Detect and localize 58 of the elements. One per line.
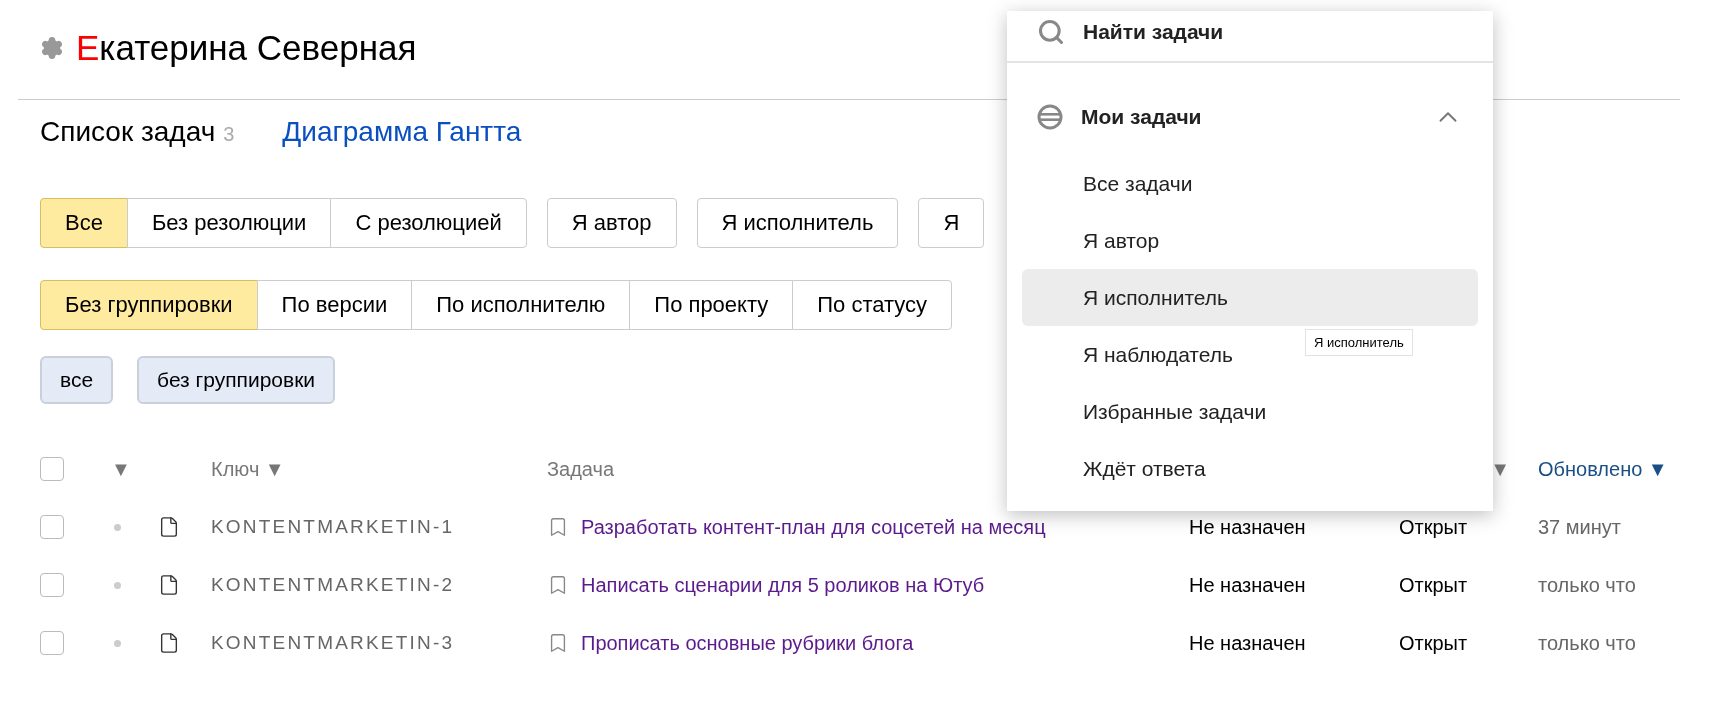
- menu-item[interactable]: Я наблюдатель: [1083, 342, 1233, 367]
- issue-key: KONTENTMARKETIN-1: [211, 516, 455, 538]
- grouping-button[interactable]: По статусу: [792, 280, 953, 330]
- sort-toggle[interactable]: ▼: [111, 457, 131, 481]
- filter-button[interactable]: Без резолюции: [126, 198, 332, 248]
- status-cell: Открыт: [1399, 631, 1468, 655]
- task-link[interactable]: Разработать контент-план для соцсетей на месяц: [581, 515, 1046, 539]
- filter-chip[interactable]: все: [40, 356, 114, 404]
- filter-button[interactable]: С резолюцией: [330, 198, 527, 248]
- updated-cell: только что: [1538, 573, 1636, 597]
- row-checkbox[interactable]: [40, 573, 64, 597]
- section-title[interactable]: Мои задачи: [1081, 105, 1202, 129]
- column-header[interactable]: Задача: [547, 457, 615, 481]
- grouping-button[interactable]: По исполнителю: [411, 280, 631, 330]
- search-icon: [1037, 18, 1065, 46]
- assignee-cell: Не назначен: [1189, 515, 1306, 539]
- row-checkbox[interactable]: [40, 515, 64, 539]
- issue-key: KONTENTMARKETIN-2: [211, 574, 455, 596]
- list-icon: [1037, 104, 1063, 130]
- menu-item[interactable]: Ждёт ответа: [1083, 456, 1206, 481]
- select-all-checkbox[interactable]: [40, 457, 64, 481]
- document-icon: [158, 632, 180, 654]
- tab[interactable]: Список задач 3: [40, 116, 235, 148]
- menu-item[interactable]: Избранные задачи: [1083, 399, 1267, 424]
- row-checkbox[interactable]: [40, 631, 64, 655]
- assignee-cell: Не назначен: [1189, 573, 1306, 597]
- column-header[interactable]: Обновлено ▼: [1538, 457, 1668, 481]
- document-icon: [158, 574, 180, 596]
- column-header[interactable]: Ключ ▼: [211, 457, 285, 481]
- grouping-button[interactable]: Без группировки: [40, 280, 258, 330]
- tooltip: Я исполнитель: [1305, 329, 1413, 356]
- search-link[interactable]: Найти задачи: [1083, 20, 1224, 44]
- menu-item[interactable]: Я исполнитель: [1083, 285, 1228, 310]
- document-icon: [158, 516, 180, 538]
- task-link[interactable]: Прописать основные рубрики блога: [581, 631, 914, 655]
- user-name: Екатерина Северная: [76, 27, 417, 68]
- task-link[interactable]: Написать сценарии для 5 роликов на Ютуб: [581, 573, 985, 597]
- settings-icon[interactable]: [40, 35, 64, 60]
- tab[interactable]: Диаграмма Гантта: [282, 116, 522, 148]
- grouping-button[interactable]: По проекту: [629, 280, 794, 330]
- filter-button[interactable]: Я автор: [546, 198, 677, 248]
- updated-cell: 37 минут: [1538, 515, 1621, 539]
- sort-arrow[interactable]: ▼: [1490, 457, 1510, 481]
- issue-key: KONTENTMARKETIN-3: [211, 632, 455, 654]
- status-cell: Открыт: [1399, 573, 1468, 597]
- bullet-icon: [114, 581, 121, 589]
- filter-button[interactable]: Я: [918, 198, 985, 248]
- menu-item[interactable]: Все задачи: [1083, 171, 1193, 196]
- bullet-icon: [114, 523, 121, 531]
- status-cell: Открыт: [1399, 515, 1468, 539]
- updated-cell: только что: [1538, 631, 1636, 655]
- bullet-icon: [114, 639, 121, 647]
- filter-button[interactable]: Я исполнитель: [696, 198, 899, 248]
- filter-button[interactable]: Все: [40, 198, 128, 248]
- grouping-button[interactable]: По версии: [256, 280, 413, 330]
- assignee-cell: Не назначен: [1189, 631, 1306, 655]
- filter-chip[interactable]: без группировки: [137, 356, 336, 404]
- menu-item[interactable]: Я автор: [1083, 228, 1160, 253]
